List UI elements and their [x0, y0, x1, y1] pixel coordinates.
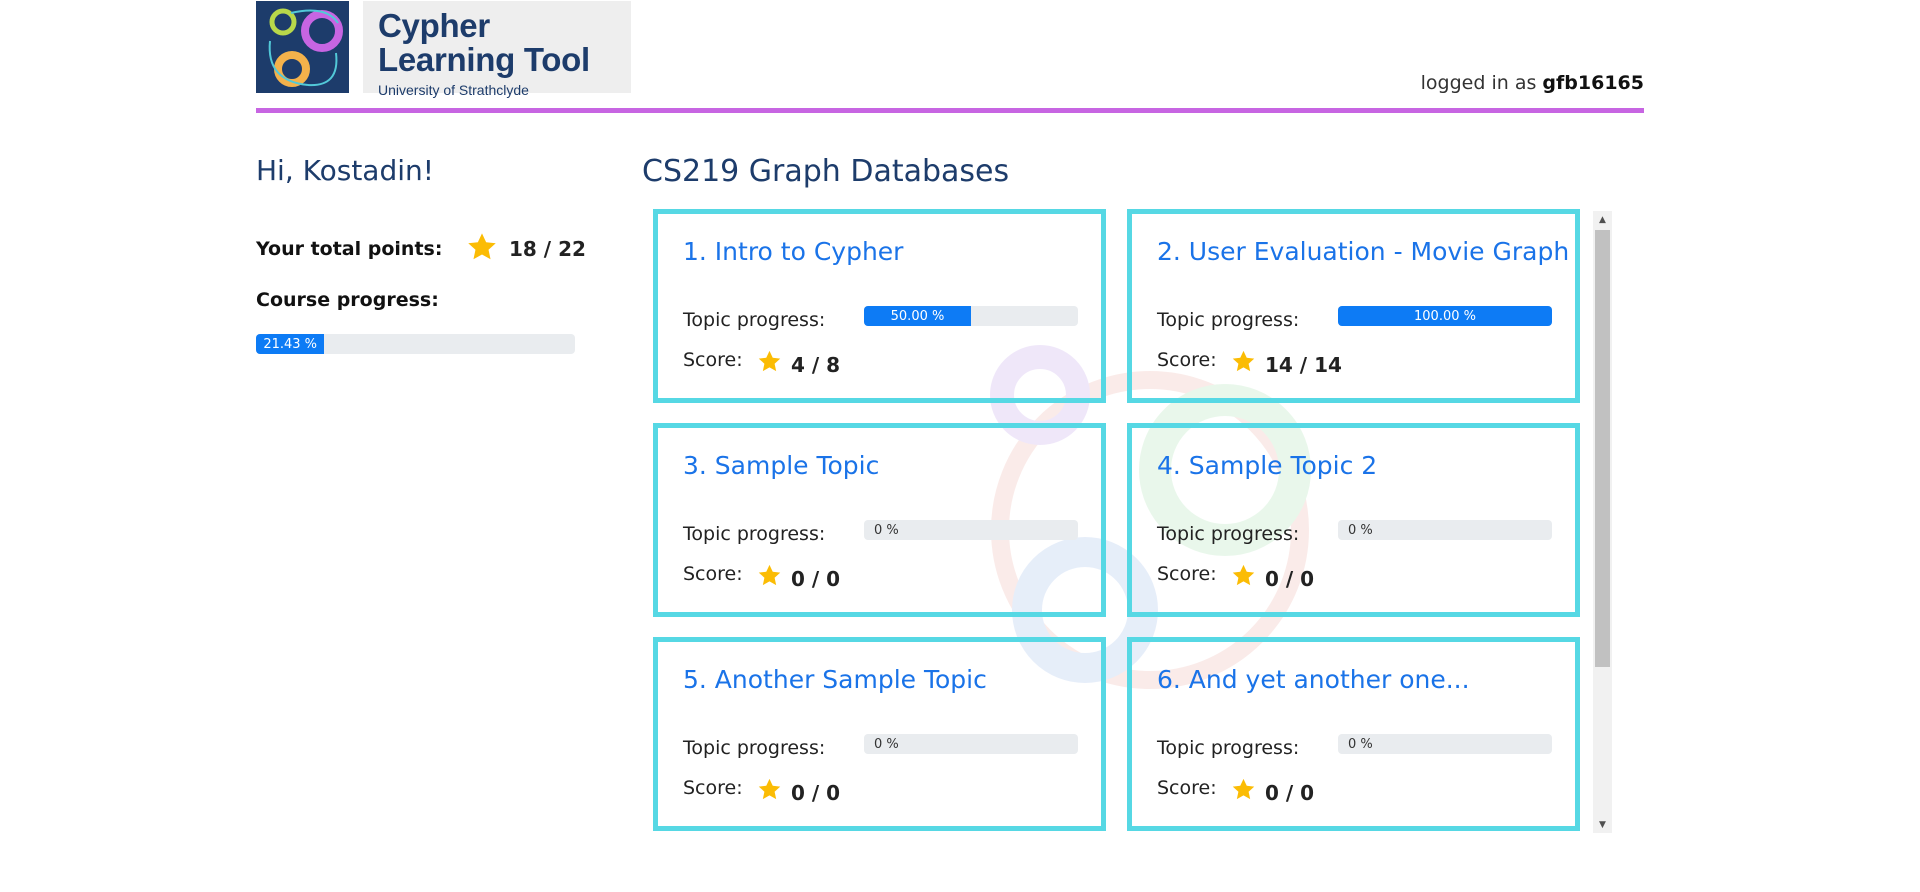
- topic-progress-bar: 50.00 %: [864, 306, 1078, 326]
- topic-card-4[interactable]: 4. Sample Topic 2 Topic progress: 0 % Sc…: [1127, 423, 1580, 617]
- topic-progress-text: 0 %: [1348, 522, 1373, 538]
- topic-progress-label: Topic progress:: [1157, 523, 1300, 545]
- score-value: 14 / 14: [1265, 353, 1342, 377]
- topic-progress-text: 0 %: [874, 736, 899, 752]
- topic-title[interactable]: 6. And yet another one...: [1157, 665, 1470, 694]
- star-icon: [1232, 564, 1255, 586]
- topic-progress-text: 50.00 %: [890, 308, 945, 324]
- topic-progress-bar: 0 %: [1338, 520, 1552, 540]
- score-label: Score:: [1157, 349, 1217, 371]
- topic-card-2[interactable]: 2. User Evaluation - Movie Graph Topic p…: [1127, 209, 1580, 403]
- header-divider: [256, 108, 1644, 113]
- topic-card-6[interactable]: 6. And yet another one... Topic progress…: [1127, 637, 1580, 831]
- topic-progress-label: Topic progress:: [683, 523, 826, 545]
- scrollbar-thumb[interactable]: [1595, 230, 1610, 667]
- total-points-value: 18 / 22: [509, 237, 586, 261]
- cypher-logo-icon[interactable]: [256, 1, 349, 93]
- topic-card-1[interactable]: 1. Intro to Cypher Topic progress: 50.00…: [653, 209, 1106, 403]
- topic-progress-bar: 0 %: [864, 520, 1078, 540]
- header: Cypher Learning Tool University of Strat…: [256, 0, 1644, 114]
- topic-progress-label: Topic progress:: [683, 737, 826, 759]
- logo-title-line2: Learning Tool: [378, 41, 590, 78]
- username: gfb16165: [1542, 72, 1644, 94]
- logo-title: Cypher Learning Tool: [378, 9, 590, 77]
- topic-progress-bar: 100.00 %: [1338, 306, 1552, 326]
- score-value: 0 / 0: [1265, 781, 1315, 805]
- topic-card-3[interactable]: 3. Sample Topic Topic progress: 0 % Scor…: [653, 423, 1106, 617]
- logo-title-line1: Cypher: [378, 7, 490, 44]
- topic-title[interactable]: 2. User Evaluation - Movie Graph: [1157, 237, 1569, 266]
- star-icon: [468, 233, 496, 260]
- score-label: Score:: [1157, 777, 1217, 799]
- topic-progress-text: 0 %: [874, 522, 899, 538]
- greeting: Hi, Kostadin!: [256, 154, 434, 187]
- scrollbar[interactable]: ▲ ▼: [1593, 211, 1612, 833]
- course-progress-label: Course progress:: [256, 289, 439, 311]
- score-label: Score:: [683, 563, 743, 585]
- course-progress-bar: 21.43 %: [256, 334, 575, 354]
- score-label: Score:: [683, 349, 743, 371]
- star-icon: [758, 778, 781, 800]
- score-label: Score:: [683, 777, 743, 799]
- topic-title[interactable]: 5. Another Sample Topic: [683, 665, 987, 694]
- topic-progress-label: Topic progress:: [683, 309, 826, 331]
- logo-subtitle: University of Strathclyde: [378, 82, 529, 98]
- topic-card-5[interactable]: 5. Another Sample Topic Topic progress: …: [653, 637, 1106, 831]
- topic-title[interactable]: 1. Intro to Cypher: [683, 237, 903, 266]
- topic-progress-label: Topic progress:: [1157, 737, 1300, 759]
- score-value: 0 / 0: [1265, 567, 1315, 591]
- topic-title[interactable]: 3. Sample Topic: [683, 451, 879, 480]
- total-points-label: Your total points:: [256, 238, 443, 260]
- topic-title[interactable]: 4. Sample Topic 2: [1157, 451, 1377, 480]
- scroll-down-arrow-icon[interactable]: ▼: [1593, 816, 1612, 833]
- topic-progress-text: 0 %: [1348, 736, 1373, 752]
- star-icon: [758, 350, 781, 372]
- star-icon: [758, 564, 781, 586]
- score-value: 4 / 8: [791, 353, 841, 377]
- score-label: Score:: [1157, 563, 1217, 585]
- logo-text[interactable]: Cypher Learning Tool University of Strat…: [363, 1, 631, 98]
- scroll-up-arrow-icon[interactable]: ▲: [1593, 211, 1612, 228]
- login-status: logged in as gfb16165: [1421, 72, 1644, 94]
- score-value: 0 / 0: [791, 567, 841, 591]
- course-title: CS219 Graph Databases: [642, 154, 1010, 189]
- topic-progress-label: Topic progress:: [1157, 309, 1300, 331]
- login-prefix: logged in as: [1420, 72, 1537, 94]
- course-progress-text: 21.43 %: [263, 336, 318, 352]
- star-icon: [1232, 778, 1255, 800]
- topic-progress-bar: 0 %: [864, 734, 1078, 754]
- topic-progress-bar: 0 %: [1338, 734, 1552, 754]
- score-value: 0 / 0: [791, 781, 841, 805]
- topic-progress-text: 100.00 %: [1414, 308, 1476, 324]
- star-icon: [1232, 350, 1255, 372]
